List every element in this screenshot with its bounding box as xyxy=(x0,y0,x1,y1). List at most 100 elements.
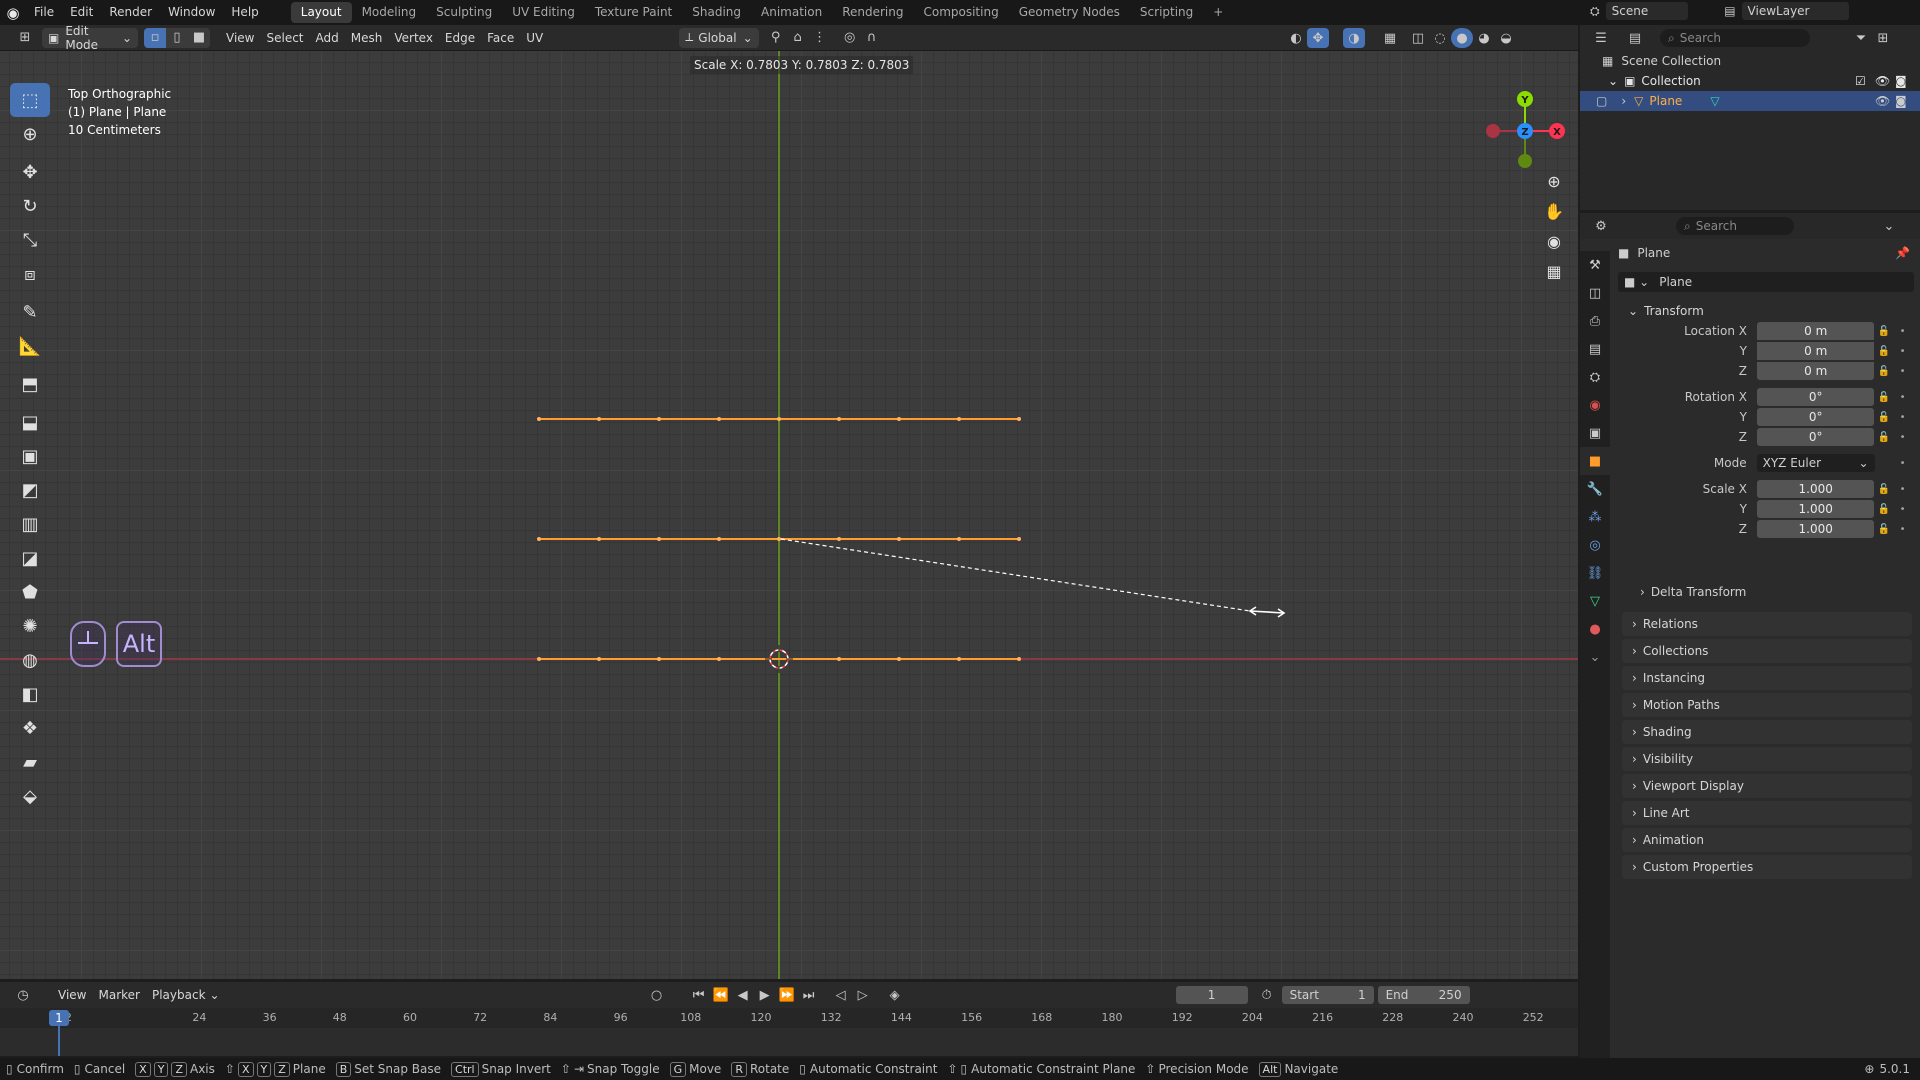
gizmo-toggle-icon[interactable]: ✥ xyxy=(1307,28,1329,48)
inset-tool-icon[interactable]: ▣ xyxy=(10,439,50,473)
menu-face[interactable]: Face xyxy=(481,28,520,48)
panel-collections[interactable]: › Collections xyxy=(1622,639,1912,663)
panel-viewport-display[interactable]: › Viewport Display xyxy=(1622,774,1912,798)
smooth-tool-icon[interactable]: ◍ xyxy=(10,643,50,677)
measure-tool-icon[interactable]: 📐 xyxy=(10,329,50,363)
panel-visibility[interactable]: › Visibility xyxy=(1622,747,1912,771)
mesh-data-icon[interactable]: ▽ xyxy=(1710,94,1719,108)
tree-row-plane[interactable]: ▢ › ▽ Plane ▽ 👁 ◙ xyxy=(1580,91,1920,111)
proportional-edit-icon[interactable]: ◎ xyxy=(839,28,861,48)
jump-start-icon[interactable]: ⏮ xyxy=(688,985,710,1005)
vertex-select-icon[interactable]: ▫ xyxy=(144,27,166,48)
panel-shading[interactable]: › Shading xyxy=(1622,720,1912,744)
transform-orientation-selector[interactable]: ⟂ Global ⌄ xyxy=(679,27,759,48)
edge-slide-tool-icon[interactable]: ◧ xyxy=(10,677,50,711)
add-workspace-button[interactable]: + xyxy=(1203,2,1233,23)
object-data-row[interactable]: ■ ⌄ Plane xyxy=(1618,272,1914,292)
tab-layout[interactable]: Layout xyxy=(290,2,352,23)
menu-help[interactable]: Help xyxy=(223,0,266,25)
rotation-y-field[interactable]: 0° xyxy=(1756,408,1875,426)
keyframe-dot-icon[interactable]: • xyxy=(1893,504,1912,515)
world-tab-icon[interactable]: ◉ xyxy=(1580,391,1610,419)
pan-hand-icon[interactable]: ✋ xyxy=(1540,197,1568,225)
lock-icon[interactable]: 🔓 xyxy=(1874,366,1893,377)
visibility-filter-icon[interactable]: ◐ xyxy=(1285,28,1307,48)
falloff-icon[interactable]: ∩ xyxy=(861,28,883,48)
lock-icon[interactable]: 🔓 xyxy=(1874,504,1893,515)
tab-sculpting[interactable]: Sculpting xyxy=(426,2,502,23)
eye-icon[interactable]: 👁 xyxy=(1875,74,1890,88)
keyframe-dot-icon[interactable]: • xyxy=(1893,412,1912,423)
output-tab-icon[interactable]: ⎙ xyxy=(1580,307,1610,335)
camera-view-icon[interactable]: ◉ xyxy=(1540,227,1568,255)
panel-relations[interactable]: › Relations xyxy=(1622,612,1912,636)
location-x-field[interactable]: 0 m xyxy=(1756,322,1875,340)
outliner-editor-icon[interactable]: ☰ xyxy=(1590,28,1612,48)
properties-options-icon[interactable]: ⌄ xyxy=(1878,216,1900,236)
edge-select-icon[interactable]: ▯ xyxy=(166,27,188,48)
keyframe-prev-icon[interactable]: ◁ xyxy=(830,985,852,1005)
menu-edge[interactable]: Edge xyxy=(439,28,481,48)
render-tab-icon[interactable]: ◫ xyxy=(1580,279,1610,307)
location-y-field[interactable]: 0 m xyxy=(1756,342,1875,360)
timeline-marker-menu[interactable]: Marker xyxy=(92,985,145,1005)
rotation-z-field[interactable]: 0° xyxy=(1756,428,1875,446)
select-box-tool-icon[interactable]: ⬚ xyxy=(10,83,50,117)
menu-uv[interactable]: UV xyxy=(520,28,549,48)
keyframe-dot-icon[interactable]: • xyxy=(1893,432,1912,443)
menu-mesh[interactable]: Mesh xyxy=(345,28,389,48)
snap-icon[interactable]: ⌂ xyxy=(787,28,809,48)
pivot-icon[interactable]: ⚲ xyxy=(765,28,787,48)
lock-icon[interactable]: 🔓 xyxy=(1874,412,1893,423)
jump-end-icon[interactable]: ⏭ xyxy=(798,985,820,1005)
xray-toggle-icon[interactable]: ◫ xyxy=(1407,28,1429,48)
lock-icon[interactable]: 🔓 xyxy=(1874,346,1893,357)
timeline-editor-icon[interactable]: ◷ xyxy=(12,985,34,1005)
location-z-field[interactable]: 0 m xyxy=(1756,362,1875,380)
tree-row-scene-collection[interactable]: ▦ Scene Collection xyxy=(1580,51,1920,71)
properties-search[interactable]: ⌕ Search xyxy=(1676,217,1794,235)
keyframe-next-icon[interactable]: ▷ xyxy=(852,985,874,1005)
lock-icon[interactable]: 🔓 xyxy=(1874,484,1893,495)
tab-modeling[interactable]: Modeling xyxy=(352,2,427,23)
keyframe-dot-icon[interactable]: • xyxy=(1893,346,1912,357)
view-layer-tab-icon[interactable]: ▤ xyxy=(1580,335,1610,363)
pin-icon[interactable]: 📌 xyxy=(1895,246,1910,260)
panel-line-art[interactable]: › Line Art xyxy=(1622,801,1912,825)
jump-keyframe-forward-icon[interactable]: ⏩ xyxy=(776,985,798,1005)
rotate-tool-icon[interactable]: ↻ xyxy=(10,189,50,223)
keyframe-record-icon[interactable]: ○ xyxy=(646,985,668,1005)
tab-shading[interactable]: Shading xyxy=(682,2,751,23)
panel-animation[interactable]: › Animation xyxy=(1622,828,1912,852)
scene-selector[interactable]: Scene xyxy=(1605,2,1689,20)
loop-cut-tool-icon[interactable]: ▥ xyxy=(10,507,50,541)
timeline-area[interactable]: 1224364860728496108120132144156168180192… xyxy=(0,1008,1578,1056)
snap-target-icon[interactable]: ⋮ xyxy=(809,28,831,48)
keying-icon[interactable]: ◈ xyxy=(884,985,906,1005)
keyframe-dot-icon[interactable]: • xyxy=(1893,326,1912,337)
panel-instancing[interactable]: › Instancing xyxy=(1622,666,1912,690)
expand-chevron-icon[interactable]: ⌄ xyxy=(1608,74,1618,88)
transform-tool-icon[interactable]: ⧈ xyxy=(10,257,50,291)
move-tool-icon[interactable]: ✥ xyxy=(10,155,50,189)
ortho-grid-icon[interactable]: ▦ xyxy=(1540,257,1568,285)
menu-vertex[interactable]: Vertex xyxy=(388,28,439,48)
texture-tab-icon[interactable]: ⌄ xyxy=(1580,643,1610,671)
face-select-icon[interactable]: ■ xyxy=(188,27,210,48)
material-shading-icon[interactable]: ◕ xyxy=(1473,28,1495,48)
tab-compositing[interactable]: Compositing xyxy=(913,2,1008,23)
menu-edit[interactable]: Edit xyxy=(62,0,101,25)
panel-custom-properties[interactable]: › Custom Properties xyxy=(1622,855,1912,879)
transform-panel-header[interactable]: ⌄ Transform xyxy=(1618,299,1914,323)
menu-render[interactable]: Render xyxy=(101,0,160,25)
scale-y-field[interactable]: 1.000 xyxy=(1756,500,1875,518)
mesh-overlay-icon[interactable]: ▦ xyxy=(1379,28,1401,48)
lock-icon[interactable]: 🔓 xyxy=(1874,392,1893,403)
rotation-mode-dropdown[interactable]: XYZ Euler ⌄ xyxy=(1756,454,1875,472)
rip-tool-icon[interactable]: ⬙ xyxy=(10,779,50,813)
collection-checkbox-icon[interactable]: ☑ xyxy=(1855,74,1866,88)
mode-selector[interactable]: ▣ Edit Mode ⌄ xyxy=(42,24,138,52)
camera-icon-plane[interactable]: ◙ xyxy=(1895,94,1907,108)
jump-keyframe-back-icon[interactable]: ⏪ xyxy=(710,985,732,1005)
particles-tab-icon[interactable]: ⁂ xyxy=(1580,503,1610,531)
